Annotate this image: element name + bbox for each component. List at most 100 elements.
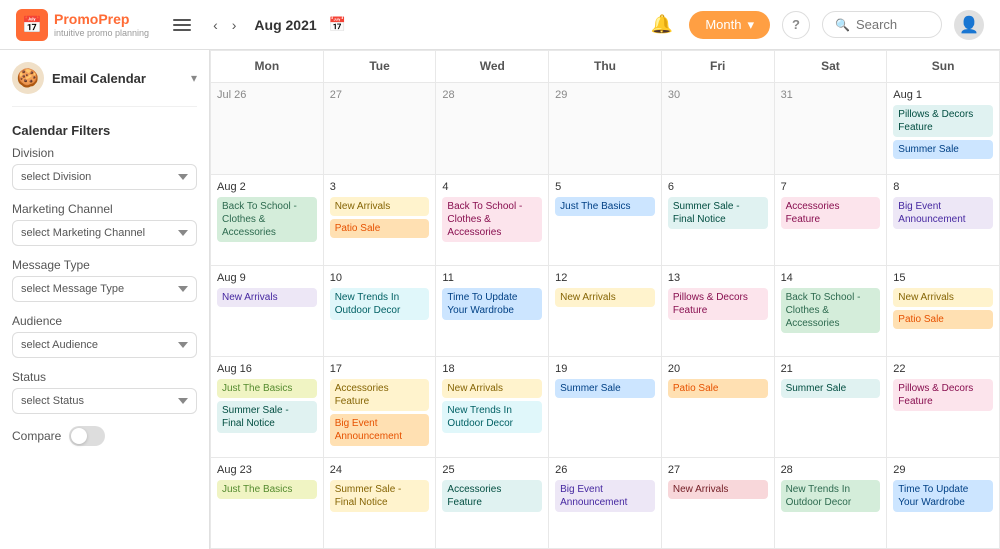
- division-select[interactable]: select Division: [12, 164, 197, 190]
- day-cell: 31: [775, 83, 888, 174]
- day-header-wed: Wed: [436, 51, 549, 83]
- day-header-tue: Tue: [324, 51, 437, 83]
- day-cell: 14Back To School - Clothes & Accessories: [775, 266, 888, 357]
- day-cell: 10 New Trends In Outdoor Decor: [324, 266, 437, 357]
- event-pill[interactable]: Pillows & Decors Feature: [668, 288, 768, 320]
- day-cell: 28 New Trends In Outdoor Decor: [775, 458, 888, 549]
- day-cell: Aug 23 Just The Basics: [211, 458, 324, 549]
- next-month-button[interactable]: ›: [226, 13, 243, 37]
- event-pill[interactable]: Accessories Feature: [781, 197, 881, 229]
- compare-row: Compare: [12, 426, 197, 446]
- msgtype-select[interactable]: select Message Type: [12, 276, 197, 302]
- day-number: 6: [668, 181, 768, 193]
- event-pill[interactable]: Back To School - Clothes & Accessories: [442, 197, 542, 242]
- event-pill[interactable]: New Trends In Outdoor Decor: [330, 288, 430, 320]
- day-number: Aug 23: [217, 464, 317, 476]
- day-header-mon: Mon: [211, 51, 324, 83]
- event-pill[interactable]: Big Event Announcement: [555, 480, 655, 512]
- event-pill[interactable]: Patio Sale: [893, 310, 993, 329]
- event-pill[interactable]: New Arrivals: [668, 480, 768, 499]
- user-avatar[interactable]: 👤: [954, 10, 984, 40]
- day-cell: 26 Big Event Announcement: [549, 458, 662, 549]
- day-cell: 30: [662, 83, 775, 174]
- event-pill[interactable]: Time To Update Your Wardrobe: [442, 288, 542, 320]
- event-pill[interactable]: New Arrivals: [442, 379, 542, 398]
- day-number: 28: [781, 464, 881, 476]
- notification-button[interactable]: 🔔: [647, 10, 677, 39]
- day-number: Aug 2: [217, 181, 317, 193]
- day-number: 17: [330, 363, 430, 375]
- event-pill[interactable]: Back To School - Clothes & Accessories: [217, 197, 317, 242]
- day-cell: 24Summer Sale - Final Notice: [324, 458, 437, 549]
- channel-select[interactable]: select Marketing Channel: [12, 220, 197, 246]
- day-number: 12: [555, 272, 655, 284]
- day-cell: Aug 16Just The BasicsSummer Sale - Final…: [211, 357, 324, 457]
- month-view-button[interactable]: Month ▾: [689, 11, 770, 39]
- event-pill[interactable]: Just The Basics: [217, 379, 317, 398]
- division-filter: Division select Division: [12, 146, 197, 190]
- channel-filter: Marketing Channel select Marketing Chann…: [12, 202, 197, 246]
- calendar-icon[interactable]: 📅: [329, 16, 346, 33]
- audience-filter: Audience select Audience: [12, 314, 197, 358]
- day-cell: Aug 9 New Arrivals: [211, 266, 324, 357]
- prev-month-button[interactable]: ‹: [207, 13, 224, 37]
- event-pill[interactable]: Patio Sale: [668, 379, 768, 398]
- day-number: 29: [555, 89, 655, 101]
- day-cell: 29: [549, 83, 662, 174]
- day-cell: 3New ArrivalsPatio Sale: [324, 175, 437, 266]
- day-number: 13: [668, 272, 768, 284]
- sidebar-chevron-icon[interactable]: ▾: [191, 71, 197, 85]
- event-pill[interactable]: Accessories Feature: [330, 379, 430, 411]
- day-number: 20: [668, 363, 768, 375]
- help-button[interactable]: ?: [782, 11, 810, 39]
- event-pill[interactable]: Back To School - Clothes & Accessories: [781, 288, 881, 333]
- event-pill[interactable]: Summer Sale - Final Notice: [217, 401, 317, 433]
- event-pill[interactable]: New Arrivals: [330, 197, 430, 216]
- event-pill[interactable]: Patio Sale: [330, 219, 430, 238]
- event-pill[interactable]: Summer Sale - Final Notice: [668, 197, 768, 229]
- event-pill[interactable]: Pillows & Decors Feature: [893, 105, 993, 137]
- event-pill[interactable]: Summer Sale: [781, 379, 881, 398]
- event-pill[interactable]: Summer Sale - Final Notice: [330, 480, 430, 512]
- event-pill[interactable]: Just The Basics: [555, 197, 655, 216]
- event-pill[interactable]: New Arrivals: [893, 288, 993, 307]
- event-pill[interactable]: Accessories Feature: [442, 480, 542, 512]
- day-number: Jul 26: [217, 89, 317, 101]
- day-number: 26: [555, 464, 655, 476]
- audience-select[interactable]: select Audience: [12, 332, 197, 358]
- day-cell: 6 Summer Sale - Final Notice: [662, 175, 775, 266]
- status-label: Status: [12, 370, 197, 384]
- event-pill[interactable]: Big Event Announcement: [330, 414, 430, 446]
- event-pill[interactable]: Just The Basics: [217, 480, 317, 499]
- day-number: 10: [330, 272, 430, 284]
- day-header-sun: Sun: [887, 51, 1000, 83]
- status-select[interactable]: select Status: [12, 388, 197, 414]
- day-cell: 29Time To Update Your Wardrobe: [887, 458, 1000, 549]
- event-pill[interactable]: New Arrivals: [217, 288, 317, 307]
- day-number: Aug 9: [217, 272, 317, 284]
- event-pill[interactable]: New Trends In Outdoor Decor: [442, 401, 542, 433]
- audience-label: Audience: [12, 314, 197, 328]
- day-cell: 27 New Arrivals: [662, 458, 775, 549]
- event-pill[interactable]: Pillows & Decors Feature: [893, 379, 993, 411]
- day-header-fri: Fri: [662, 51, 775, 83]
- event-pill[interactable]: New Arrivals: [555, 288, 655, 307]
- event-pill[interactable]: New Trends In Outdoor Decor: [781, 480, 881, 512]
- event-pill[interactable]: Big Event Announcement: [893, 197, 993, 229]
- event-pill[interactable]: Summer Sale: [893, 140, 993, 159]
- day-number: 27: [668, 464, 768, 476]
- logo-tagline: intuitive promo planning: [54, 28, 149, 38]
- search-box: 🔍: [822, 11, 942, 38]
- day-cell: 8Big Event Announcement: [887, 175, 1000, 266]
- search-input[interactable]: [856, 17, 926, 32]
- day-number: 28: [442, 89, 542, 101]
- day-header-sat: Sat: [775, 51, 888, 83]
- division-label: Division: [12, 146, 197, 160]
- event-pill[interactable]: Summer Sale: [555, 379, 655, 398]
- hamburger-button[interactable]: [169, 15, 195, 35]
- compare-toggle[interactable]: [69, 426, 105, 446]
- event-pill[interactable]: Time To Update Your Wardrobe: [893, 480, 993, 512]
- nav-arrows: ‹ ›: [207, 13, 242, 37]
- calendar-grid: MonTueWedThuFriSatSunJul 262728293031Aug…: [210, 50, 1000, 549]
- day-cell: 13 Pillows & Decors Feature: [662, 266, 775, 357]
